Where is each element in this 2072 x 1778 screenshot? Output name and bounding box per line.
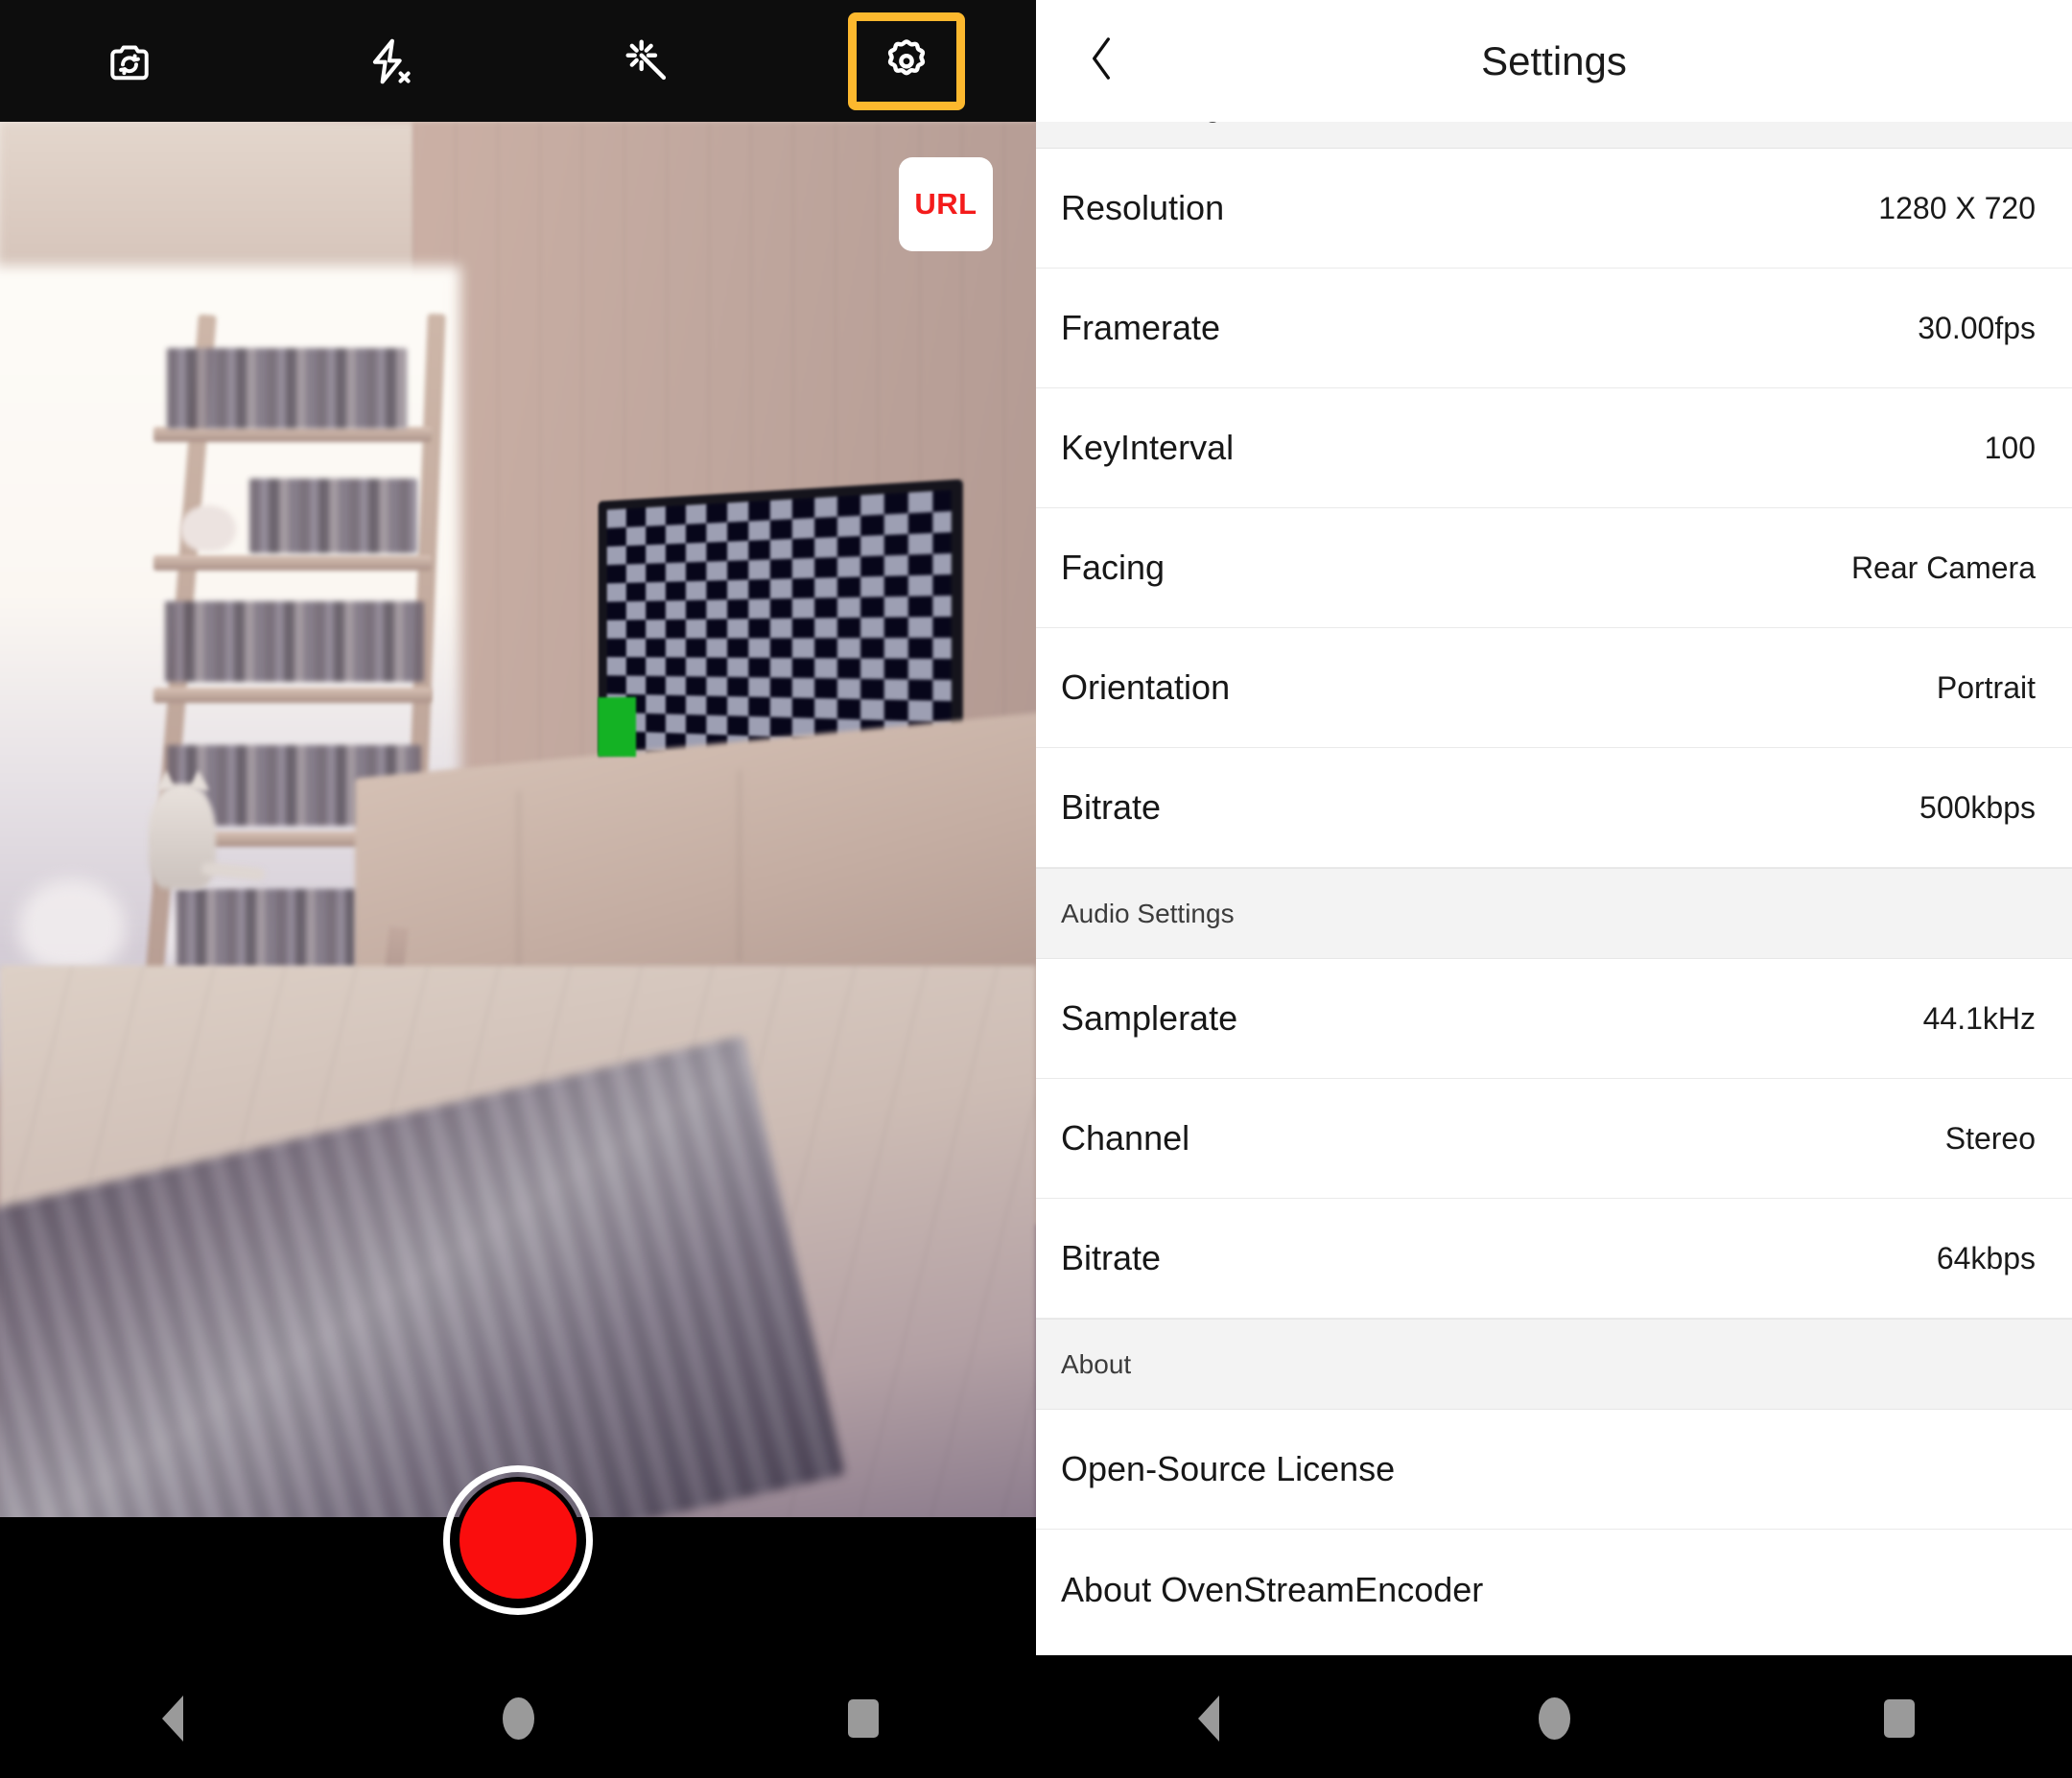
setting-value: Portrait <box>1936 669 2036 705</box>
shelf-books <box>167 348 407 429</box>
settings-row-framerate[interactable]: Framerate 30.00fps <box>1036 269 2072 388</box>
sideboard-seam <box>739 769 741 963</box>
sideboard-seam <box>518 791 520 984</box>
section-header-label: Audio Settings <box>1061 898 1235 928</box>
section-header-partial-label: Video Settings <box>1061 122 1234 124</box>
section-header-partial: Video Settings <box>1036 122 2072 149</box>
settings-sheet: Settings Video Settings Resolution 1280 … <box>1036 0 2072 1655</box>
shelf-vase <box>180 505 236 551</box>
settings-list[interactable]: Video Settings Resolution 1280 X 720 Fra… <box>1036 122 2072 1655</box>
back-button[interactable] <box>1080 0 1166 122</box>
cat-ear <box>188 770 209 790</box>
setting-label: Bitrate <box>1061 787 1162 827</box>
camera-toolbar <box>0 0 1036 122</box>
chevron-left-icon <box>1080 30 1122 92</box>
app-screen: URL Settings Resolution 1280 X 720 Frame… <box>0 0 2072 1778</box>
url-button[interactable]: URL <box>899 157 993 251</box>
setting-label: Channel <box>1061 1118 1190 1158</box>
flash-off-icon <box>361 34 416 89</box>
nav-recents-button[interactable] <box>691 1699 1036 1738</box>
record-button-dot <box>459 1482 577 1599</box>
nav-home-icon <box>502 1697 534 1740</box>
settings-row-video-bitrate[interactable]: Bitrate 500kbps <box>1036 748 2072 868</box>
setting-value: 100 <box>1984 430 2036 465</box>
shelf-books <box>249 479 417 553</box>
setting-label: Framerate <box>1061 308 1221 347</box>
setting-label: Resolution <box>1061 188 1225 227</box>
setting-label: Open-Source License <box>1061 1449 1396 1488</box>
ladder-shelf-board <box>153 688 432 703</box>
android-navigation-bar <box>0 1659 1036 1778</box>
camera-panel: URL <box>0 0 1036 1778</box>
magic-wand-icon <box>620 34 675 89</box>
setting-label: Facing <box>1061 548 1166 587</box>
setting-value: 500kbps <box>1919 789 2036 825</box>
nav-recents-icon <box>848 1699 879 1738</box>
settings-button[interactable] <box>777 0 1036 122</box>
settings-list-footer <box>1036 1649 2072 1655</box>
camera-switch-icon <box>103 35 156 88</box>
settings-row-audio-bitrate[interactable]: Bitrate 64kbps <box>1036 1199 2072 1319</box>
record-button[interactable] <box>443 1465 593 1615</box>
auto-enhance-button[interactable] <box>518 0 777 122</box>
settings-row-about-app[interactable]: About OvenStreamEncoder <box>1036 1530 2072 1649</box>
nav-recents-icon <box>1884 1699 1915 1738</box>
ladder-shelf-board <box>153 427 432 442</box>
settings-row-orientation[interactable]: Orientation Portrait <box>1036 628 2072 748</box>
tv-green-marker <box>598 696 637 758</box>
nav-recents-button[interactable] <box>1727 1699 2072 1738</box>
setting-label: About OvenStreamEncoder <box>1061 1569 1484 1609</box>
setting-label: Samplerate <box>1061 998 1238 1038</box>
settings-row-open-source-license[interactable]: Open-Source License <box>1036 1410 2072 1530</box>
nav-home-button[interactable] <box>345 1697 691 1740</box>
ladder-shelf-board <box>153 555 432 571</box>
camera-preview[interactable]: URL <box>0 122 1036 1517</box>
settings-row-keyinterval[interactable]: KeyInterval 100 <box>1036 388 2072 508</box>
setting-label: Bitrate <box>1061 1238 1162 1277</box>
cat-ear <box>155 770 177 790</box>
shelf-books <box>165 601 424 682</box>
setting-label: KeyInterval <box>1061 428 1235 467</box>
setting-value: Rear Camera <box>1850 550 2036 585</box>
nav-home-icon <box>1538 1697 1570 1740</box>
section-header-label: About <box>1061 1348 1132 1379</box>
setting-value: 30.00fps <box>1918 310 2036 345</box>
url-button-label: URL <box>914 187 977 221</box>
settings-row-resolution[interactable]: Resolution 1280 X 720 <box>1036 149 2072 269</box>
settings-panel: Settings Video Settings Resolution 1280 … <box>1036 0 2072 1778</box>
nav-back-icon <box>162 1696 183 1742</box>
nav-back-icon <box>1198 1696 1219 1742</box>
gear-icon <box>848 12 965 110</box>
setting-value: 1280 X 720 <box>1878 190 2036 225</box>
nav-back-button[interactable] <box>0 1696 345 1742</box>
setting-value: Stereo <box>1944 1120 2036 1156</box>
settings-row-samplerate[interactable]: Samplerate 44.1kHz <box>1036 959 2072 1079</box>
android-navigation-bar <box>1036 1659 2072 1778</box>
setting-value: 64kbps <box>1936 1240 2036 1275</box>
settings-row-facing[interactable]: Facing Rear Camera <box>1036 508 2072 628</box>
switch-camera-button[interactable] <box>0 0 259 122</box>
settings-header: Settings <box>1036 0 2072 122</box>
flash-off-button[interactable] <box>259 0 518 122</box>
setting-label: Orientation <box>1061 667 1231 707</box>
nav-back-button[interactable] <box>1036 1696 1381 1742</box>
setting-value: 44.1kHz <box>1922 1000 2036 1036</box>
settings-row-channel[interactable]: Channel Stereo <box>1036 1079 2072 1199</box>
page-title: Settings <box>1481 37 1627 83</box>
section-header-audio-settings: Audio Settings <box>1036 868 2072 959</box>
preview-window-plant <box>19 879 125 971</box>
nav-home-button[interactable] <box>1381 1697 1727 1740</box>
section-header-about: About <box>1036 1319 2072 1410</box>
